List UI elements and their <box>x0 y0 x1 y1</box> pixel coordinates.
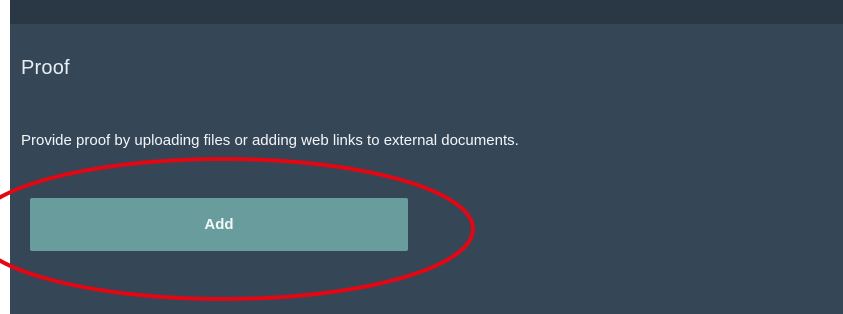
screenshot-stage: Proof Provide proof by uploading files o… <box>0 0 843 314</box>
panel-description: Provide proof by uploading files or addi… <box>21 132 519 149</box>
add-button[interactable]: Add <box>30 198 408 251</box>
panel-title: Proof <box>21 57 70 79</box>
proof-panel <box>10 24 843 314</box>
top-header-bar <box>10 0 843 24</box>
